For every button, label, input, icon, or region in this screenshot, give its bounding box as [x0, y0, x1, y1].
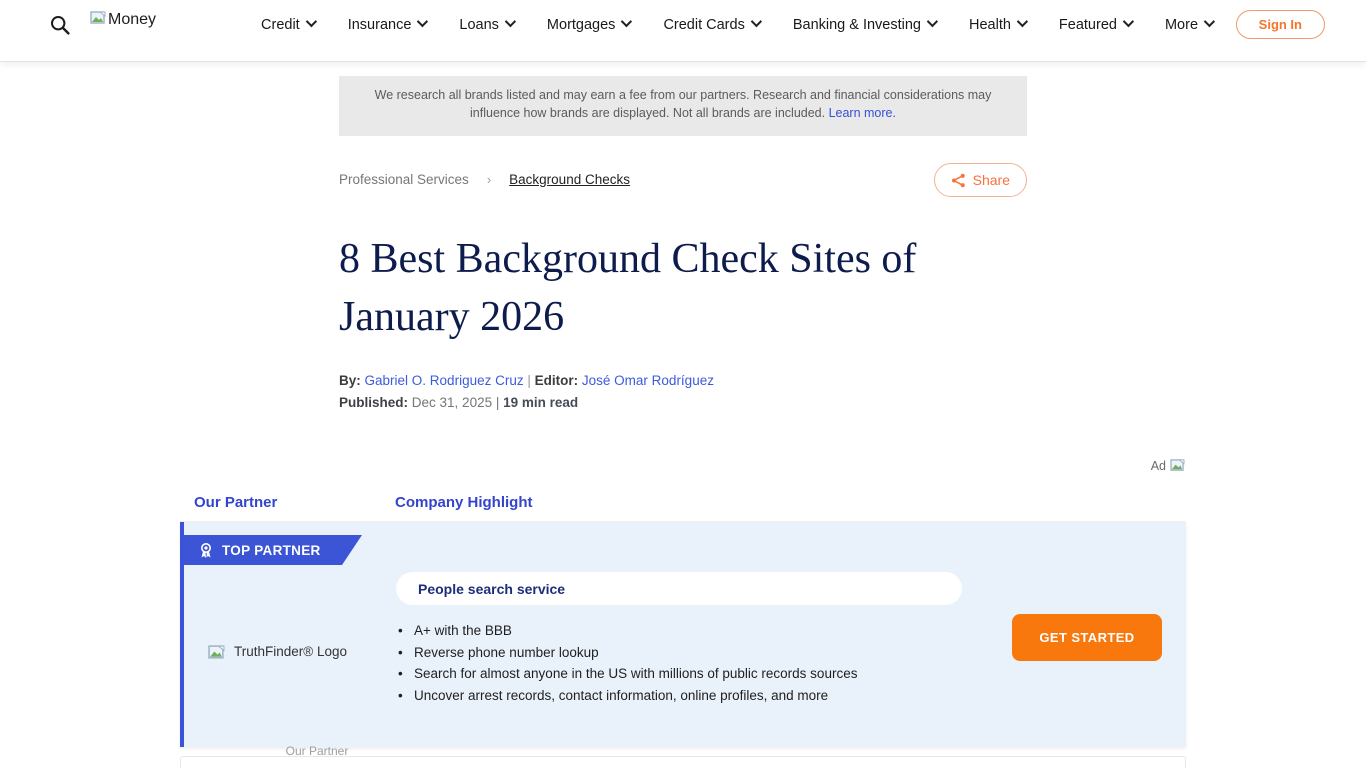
share-button[interactable]: Share: [934, 163, 1027, 197]
page-title: 8 Best Background Check Sites of January…: [339, 230, 1039, 346]
nav-item-mortgages[interactable]: Mortgages: [547, 17, 630, 33]
ad-label: Ad: [1151, 459, 1186, 473]
next-partner-row: [180, 756, 1186, 768]
chevron-down-icon: [1123, 16, 1134, 27]
breadcrumb-row: Professional Services › Background Check…: [339, 163, 1027, 199]
author-link[interactable]: Gabriel O. Rodriguez Cruz: [365, 373, 524, 388]
chevron-down-icon: [417, 16, 428, 27]
nav-item-insurance[interactable]: Insurance: [348, 17, 426, 33]
truthfinder-logo[interactable]: TruthFinder® Logo: [208, 644, 408, 659]
top-partner-label: TOP PARTNER: [222, 543, 321, 558]
published-label: Published:: [339, 395, 408, 410]
top-nav-bar: Money Credit Insurance Loans Mortgages C…: [0, 0, 1366, 62]
our-partner-column-header: Our Partner: [194, 494, 394, 511]
logo-alt-text: TruthFinder® Logo: [234, 644, 347, 659]
money-logo[interactable]: Money: [90, 11, 156, 29]
published-date: Dec 31, 2025: [412, 395, 492, 410]
chevron-down-icon: [751, 16, 762, 27]
disclosure-text: We research all brands listed and may ea…: [375, 88, 992, 120]
learn-more-link[interactable]: Learn more.: [829, 106, 896, 120]
editor-link[interactable]: José Omar Rodríguez: [582, 373, 714, 388]
nav-item-loans[interactable]: Loans: [459, 17, 513, 33]
chevron-down-icon: [305, 16, 316, 27]
search-icon[interactable]: [50, 15, 70, 35]
advertiser-disclosure: We research all brands listed and may ea…: [339, 76, 1027, 136]
by-label: By:: [339, 373, 361, 388]
top-partner-badge: TOP PARTNER: [184, 535, 362, 565]
breadcrumb-parent[interactable]: Professional Services: [339, 172, 469, 187]
category-pill: People search service: [396, 572, 962, 605]
broken-image-icon: [208, 645, 224, 659]
company-highlight-column-header: Company Highlight: [395, 494, 533, 511]
get-started-button[interactable]: GET STARTED: [1012, 614, 1162, 661]
nav-item-credit[interactable]: Credit: [261, 17, 314, 33]
editor-label: Editor:: [535, 373, 579, 388]
published-line: Published: Dec 31, 2025 | 19 min read: [339, 395, 578, 410]
feature-bullet: Uncover arrest records, contact informat…: [396, 685, 976, 707]
read-time: 19 min read: [503, 395, 578, 410]
feature-bullet: Reverse phone number lookup: [396, 642, 976, 664]
nav-item-featured[interactable]: Featured: [1059, 17, 1131, 33]
feature-bullet: A+ with the BBB: [396, 620, 976, 642]
breadcrumb-separator-icon: ›: [487, 172, 491, 187]
breadcrumb-current[interactable]: Background Checks: [509, 172, 630, 187]
share-label: Share: [973, 172, 1010, 188]
nav-item-credit-cards[interactable]: Credit Cards: [663, 17, 758, 33]
nav-item-health[interactable]: Health: [969, 17, 1025, 33]
top-partner-row: TOP PARTNER TruthFinder® Logo Our Partne…: [180, 522, 1186, 747]
main-nav: Credit Insurance Loans Mortgages Credit …: [261, 17, 1212, 33]
chevron-down-icon: [505, 16, 516, 27]
chevron-down-icon: [1204, 16, 1215, 27]
nav-item-banking-investing[interactable]: Banking & Investing: [793, 17, 935, 33]
feature-bullet: Search for almost anyone in the US with …: [396, 663, 976, 685]
chevron-down-icon: [1017, 16, 1028, 27]
nav-item-more[interactable]: More: [1165, 17, 1212, 33]
share-icon: [951, 173, 966, 188]
logo-alt-text: Money: [108, 11, 156, 29]
breadcrumb: Professional Services › Background Check…: [339, 172, 630, 187]
feature-bullet-list: A+ with the BBB Reverse phone number loo…: [396, 620, 976, 706]
partner-card-header: Our Partner Company Highlight: [180, 483, 1186, 522]
byline: By: Gabriel O. Rodriguez Cruz | Editor: …: [339, 373, 714, 388]
chevron-down-icon: [927, 16, 938, 27]
broken-image-icon: [1170, 459, 1186, 473]
medal-icon: [199, 542, 213, 559]
partner-card: Our Partner Company Highlight TOP PARTNE…: [180, 483, 1186, 747]
sign-in-button[interactable]: Sign In: [1236, 10, 1325, 39]
broken-image-icon: [90, 11, 106, 25]
chevron-down-icon: [621, 16, 632, 27]
